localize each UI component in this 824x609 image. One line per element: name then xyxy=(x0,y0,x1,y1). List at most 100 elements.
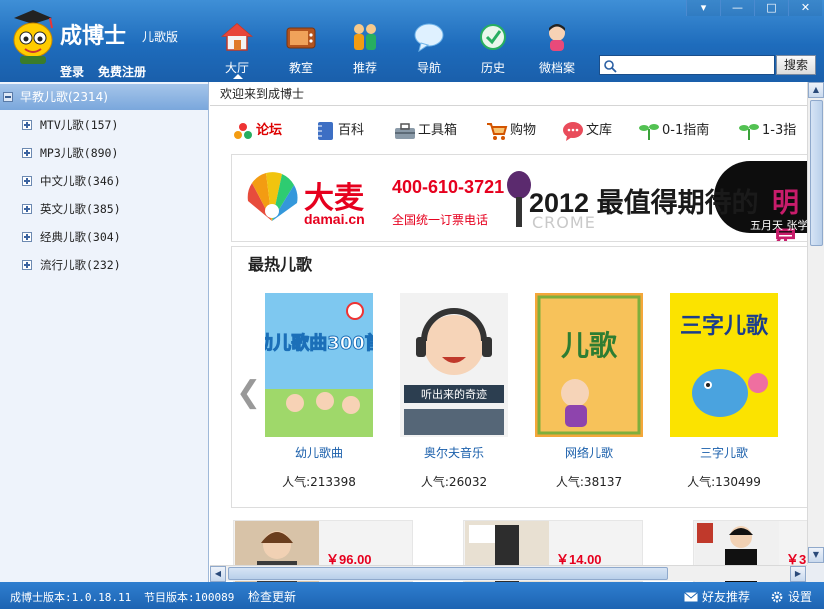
song-cover[interactable]: 听出来的奇迹 xyxy=(400,293,508,437)
song-popularity: 人气:26032 xyxy=(420,475,488,489)
link-guide-1-3-label: 1-3指 xyxy=(762,123,797,138)
shopping-cart-icon xyxy=(487,122,508,140)
hot-songs-panel: 最热儿歌 ❮ 幼儿歌曲300首 幼儿歌曲 人气:213398 听出来的奇迹 xyxy=(231,246,808,508)
tv-icon xyxy=(286,27,316,49)
chat-bubble-icon xyxy=(563,121,583,141)
banner-phone: 400-610-3721 xyxy=(392,177,505,197)
link-guide-0-1[interactable]: 0-1指南 xyxy=(638,118,709,144)
nav-guide-label: 导航 xyxy=(416,61,441,75)
song-card[interactable]: 听出来的奇迹 奥尔夫音乐 人气:26032 xyxy=(399,293,509,490)
banner-names: 五月天 张学 xyxy=(750,219,808,232)
nav-classroom[interactable]: 教室 xyxy=(278,22,324,76)
expand-icon[interactable] xyxy=(22,204,32,214)
search-box xyxy=(599,55,775,75)
link-toolbox[interactable]: 工具箱 xyxy=(394,118,457,144)
nav-recommend[interactable]: 推荐 xyxy=(342,22,388,76)
close-button[interactable]: ✕ xyxy=(788,0,822,16)
nav-guide[interactable]: 导航 xyxy=(406,22,452,76)
tree-item-pop[interactable]: 流行儿歌(232) xyxy=(0,252,208,278)
nav-micro-profile[interactable]: 微档案 xyxy=(534,22,580,76)
scrollbar-corner xyxy=(807,564,824,582)
collapse-icon[interactable] xyxy=(3,92,13,102)
scroll-down-button[interactable]: ▼ xyxy=(808,547,824,563)
vertical-scroll-thumb[interactable] xyxy=(810,100,823,246)
horizontal-scrollbar[interactable]: ◀ ▶ xyxy=(210,565,807,582)
expand-icon[interactable] xyxy=(22,176,32,186)
toolbox-icon xyxy=(395,122,415,139)
song-cover[interactable]: 三字儿歌 xyxy=(670,293,778,437)
house-icon xyxy=(220,23,254,51)
login-link[interactable]: 登录 xyxy=(60,63,84,80)
recommend-friend-label: 好友推荐 xyxy=(702,590,751,604)
song-card[interactable]: 儿歌 网络儿歌 人气:38137 xyxy=(534,293,644,490)
song-name[interactable]: 幼儿歌曲 xyxy=(264,444,374,461)
link-guide-1-3[interactable]: 1-3指 xyxy=(738,118,796,144)
app-header: 成博士 儿歌版 登录 免费注册 大厅 教室 推荐 导航 历史 微档案 搜索 ▾ … xyxy=(0,0,824,82)
settings-label: 设置 xyxy=(788,590,813,604)
song-cover[interactable]: 幼儿歌曲300首 xyxy=(255,293,383,437)
song-name[interactable]: 网络儿歌 xyxy=(534,444,644,461)
vertical-scrollbar[interactable]: ▲ ▼ xyxy=(807,82,824,564)
damai-fan-logo xyxy=(247,172,298,221)
song-cover[interactable]: 儿歌 xyxy=(535,293,643,437)
tree-item-label: 中文儿歌(346) xyxy=(40,174,121,188)
carousel-prev-arrow[interactable]: ❮ xyxy=(236,375,261,410)
tree-root-early-education[interactable]: 早教儿歌(2314) xyxy=(0,84,208,110)
maximize-button[interactable]: □ xyxy=(754,0,788,16)
sprout-icon xyxy=(739,123,759,140)
tree-item-label: MP3儿歌(890) xyxy=(40,146,119,160)
link-library[interactable]: 文库 xyxy=(562,118,612,144)
expand-icon[interactable] xyxy=(22,148,32,158)
doctor-mascot-logo xyxy=(13,10,53,64)
status-bar: 成博士版本:1.0.18.11 节目版本:100089 检查更新 好友推荐 设置 xyxy=(0,582,824,609)
nav-hall[interactable]: 大厅 xyxy=(214,22,260,79)
damai-ad-banner[interactable]: 大麦 damai.cn 400-610-3721 全国统一订票电话 CROME … xyxy=(231,154,808,242)
speech-bubble-icon xyxy=(414,23,444,53)
recommend-friend-button[interactable]: 好友推荐 xyxy=(684,588,750,605)
search-button[interactable]: 搜索 xyxy=(776,55,816,75)
scroll-left-button[interactable]: ◀ xyxy=(210,566,226,582)
envelope-icon xyxy=(684,592,698,602)
brand-name: 成博士 xyxy=(60,24,127,49)
expand-icon[interactable] xyxy=(22,232,32,242)
horizontal-scroll-thumb[interactable] xyxy=(228,567,668,580)
song-popularity: 人气:213398 xyxy=(282,475,356,489)
minimize-button[interactable]: — xyxy=(720,0,754,16)
menu-dropdown-button[interactable]: ▾ xyxy=(686,0,720,16)
tree-item-mtv[interactable]: MTV儿歌(157) xyxy=(0,112,208,138)
song-name[interactable]: 奥尔夫音乐 xyxy=(399,444,509,461)
expand-icon[interactable] xyxy=(22,260,32,270)
cover-text: 听出来的奇迹 xyxy=(421,387,487,401)
tree-item-chinese[interactable]: 中文儿歌(346) xyxy=(0,168,208,194)
check-update-link[interactable]: 检查更新 xyxy=(248,588,296,605)
scroll-up-button[interactable]: ▲ xyxy=(808,82,824,98)
tree-item-mp3[interactable]: MP3儿歌(890) xyxy=(0,140,208,166)
girl-avatar-icon xyxy=(549,24,565,51)
nav-history[interactable]: 历史 xyxy=(470,22,516,76)
song-popularity: 人气:38137 xyxy=(555,475,623,489)
song-card[interactable]: 三字儿歌 三字儿歌 人气:130499 xyxy=(669,293,779,490)
program-version: 节目版本:100089 xyxy=(144,591,235,604)
kids-icon xyxy=(354,24,376,50)
cover-text: 幼儿歌曲300首 xyxy=(265,332,373,354)
link-guide-0-1-label: 0-1指南 xyxy=(662,123,710,138)
link-toolbox-label: 工具箱 xyxy=(418,123,458,138)
settings-button[interactable]: 设置 xyxy=(770,588,812,605)
link-forum-label: 论坛 xyxy=(256,123,283,138)
expand-icon[interactable] xyxy=(22,120,32,130)
tree-item-classic[interactable]: 经典儿歌(304) xyxy=(0,224,208,250)
register-link[interactable]: 免费注册 xyxy=(98,63,146,80)
song-card[interactable]: 幼儿歌曲300首 幼儿歌曲 人气:213398 xyxy=(255,293,383,490)
nav-recommend-label: 推荐 xyxy=(352,61,377,75)
brand-edition: 儿歌版 xyxy=(142,30,179,44)
cover-text: 三字儿歌 xyxy=(680,313,769,339)
link-encyclopedia[interactable]: 百科 xyxy=(314,118,364,144)
link-shopping[interactable]: 购物 xyxy=(486,118,536,144)
app-version: 成博士版本:1.0.18.11 xyxy=(10,591,132,604)
tree-item-label: 英文儿歌(385) xyxy=(40,202,121,216)
song-name[interactable]: 三字儿歌 xyxy=(669,444,779,461)
search-input[interactable] xyxy=(619,57,771,73)
tree-item-english[interactable]: 英文儿歌(385) xyxy=(0,196,208,222)
scroll-right-button[interactable]: ▶ xyxy=(790,566,806,582)
link-forum[interactable]: 论坛 xyxy=(232,118,282,144)
